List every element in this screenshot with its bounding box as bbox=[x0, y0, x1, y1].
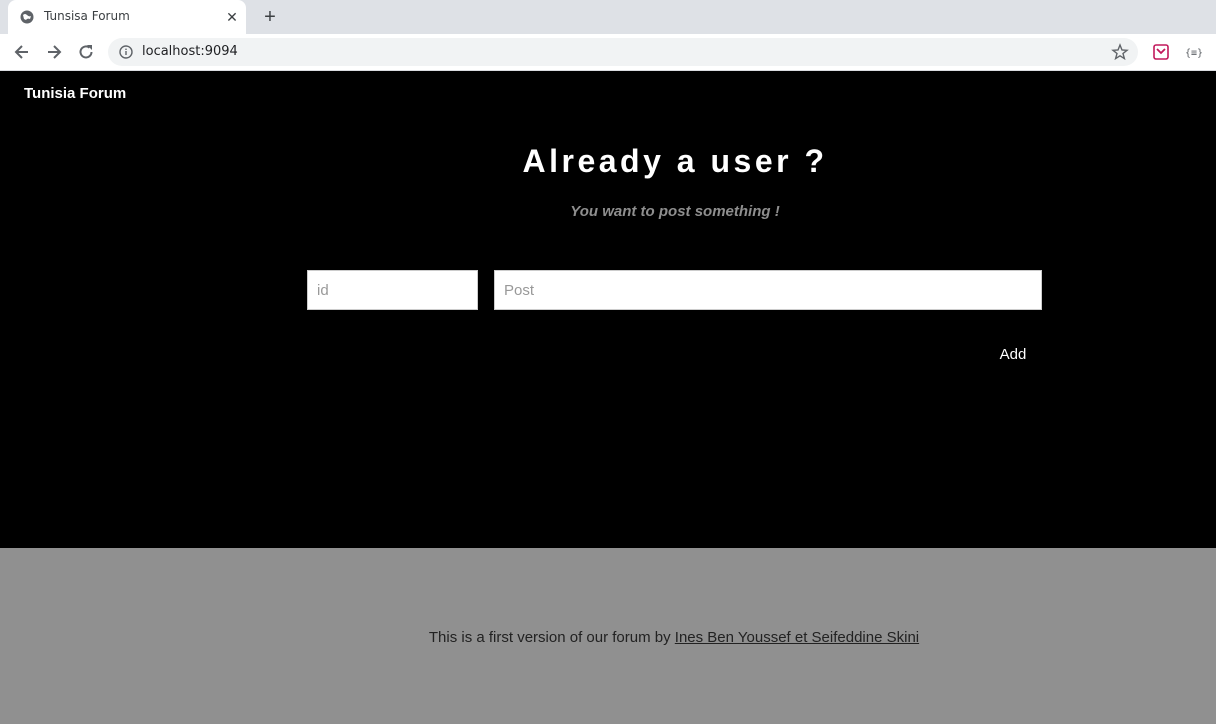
globe-icon bbox=[20, 10, 34, 24]
json-extension-icon[interactable]: {≡} bbox=[1184, 43, 1202, 61]
page-subtitle: You want to post something ! bbox=[570, 203, 780, 220]
reload-icon[interactable] bbox=[76, 42, 96, 62]
tab-title: Tunsisa Forum bbox=[44, 9, 130, 23]
back-icon[interactable] bbox=[12, 42, 32, 62]
url-text[interactable]: localhost:9094 bbox=[142, 44, 238, 59]
footer-text: This is a first version of our forum by … bbox=[0, 629, 1216, 646]
forward-icon[interactable] bbox=[44, 42, 64, 62]
address-bar[interactable]: localhost:9094 bbox=[108, 38, 1138, 66]
extension-icon[interactable] bbox=[1152, 43, 1170, 61]
post-input[interactable] bbox=[494, 270, 1042, 310]
plus-icon[interactable]: + bbox=[260, 7, 280, 27]
browser-toolbar: localhost:9094 {≡} bbox=[0, 34, 1216, 71]
add-button[interactable]: Add bbox=[988, 341, 1038, 367]
star-icon[interactable] bbox=[1111, 43, 1129, 61]
footer-author-link[interactable]: Ines Ben Youssef et Seifeddine Skini bbox=[675, 629, 919, 646]
id-input[interactable] bbox=[307, 270, 478, 310]
close-icon[interactable]: ✕ bbox=[224, 9, 240, 25]
footer-credit-text: This is a first version of our forum by bbox=[428, 629, 675, 646]
navbar-brand[interactable]: Tunisia Forum bbox=[24, 85, 126, 102]
info-icon[interactable] bbox=[119, 45, 133, 59]
tab-strip: Tunsisa Forum ✕ + bbox=[0, 0, 1216, 34]
page-content: Tunisia Forum Already a user ? You want … bbox=[0, 71, 1216, 724]
svg-text:{≡}: {≡} bbox=[1185, 48, 1202, 59]
footer: This is a first version of our forum by … bbox=[0, 548, 1216, 724]
page-title: Already a user ? bbox=[522, 143, 828, 179]
browser-tab[interactable]: Tunsisa Forum ✕ bbox=[8, 0, 246, 34]
